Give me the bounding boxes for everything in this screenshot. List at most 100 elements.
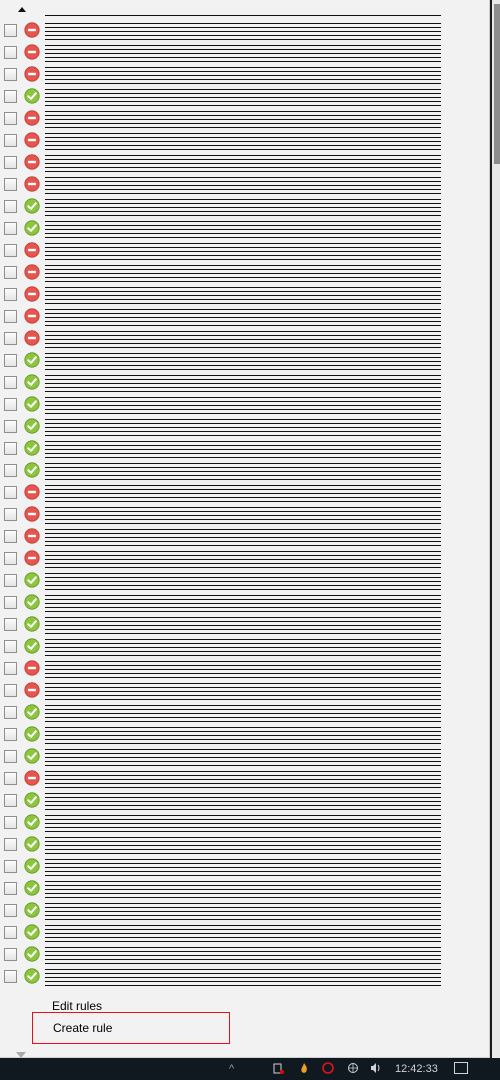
rule-row[interactable] [0,503,490,525]
rule-row[interactable] [0,437,490,459]
rule-row[interactable] [0,239,490,261]
rule-row[interactable] [0,899,490,921]
rule-row[interactable] [0,217,490,239]
rule-checkbox[interactable] [4,222,17,235]
rule-row[interactable] [0,85,490,107]
rule-row[interactable] [0,745,490,767]
volume-icon[interactable] [370,1062,382,1074]
rule-row[interactable] [0,591,490,613]
rule-row[interactable] [0,63,490,85]
rule-checkbox[interactable] [4,816,17,829]
rule-row[interactable] [0,261,490,283]
rule-checkbox[interactable] [4,376,17,389]
rule-row[interactable] [0,965,490,987]
blocked-minus-icon [24,286,40,302]
rule-row[interactable] [0,767,490,789]
rule-checkbox[interactable] [4,772,17,785]
rule-row[interactable] [0,195,490,217]
rule-checkbox[interactable] [4,750,17,763]
clock-time[interactable]: 12:42:33 [395,1061,438,1077]
clipboard-icon[interactable] [272,1062,284,1074]
rule-checkbox[interactable] [4,838,17,851]
rule-row[interactable] [0,855,490,877]
rule-row[interactable] [0,613,490,635]
rule-row[interactable] [0,943,490,965]
rule-checkbox[interactable] [4,662,17,675]
rule-checkbox[interactable] [4,486,17,499]
rule-checkbox[interactable] [4,860,17,873]
rule-checkbox[interactable] [4,200,17,213]
rule-checkbox[interactable] [4,728,17,741]
rule-row[interactable] [0,107,490,129]
rule-checkbox[interactable] [4,420,17,433]
rule-checkbox[interactable] [4,332,17,345]
network-icon[interactable] [347,1062,359,1074]
rule-row[interactable] [0,811,490,833]
rule-checkbox[interactable] [4,574,17,587]
rule-checkbox[interactable] [4,552,17,565]
rule-row[interactable] [0,723,490,745]
rule-row[interactable] [0,415,490,437]
rule-checkbox[interactable] [4,464,17,477]
rule-checkbox[interactable] [4,178,17,191]
rule-checkbox[interactable] [4,640,17,653]
rule-checkbox[interactable] [4,530,17,543]
rule-checkbox[interactable] [4,926,17,939]
rule-checkbox[interactable] [4,508,17,521]
create-rule-menu-item[interactable]: Create rule [32,1012,230,1044]
rule-checkbox[interactable] [4,24,17,37]
rule-row[interactable] [0,657,490,679]
rule-checkbox[interactable] [4,288,17,301]
rule-checkbox[interactable] [4,618,17,631]
notification-center-icon[interactable] [454,1062,468,1074]
rule-row[interactable] [0,41,490,63]
rule-checkbox[interactable] [4,970,17,983]
rule-row[interactable] [0,173,490,195]
rule-checkbox[interactable] [4,134,17,147]
rule-row[interactable] [0,393,490,415]
rule-row[interactable] [0,525,490,547]
rule-checkbox[interactable] [4,882,17,895]
rule-row[interactable] [0,547,490,569]
rule-checkbox[interactable] [4,794,17,807]
rule-checkbox[interactable] [4,68,17,81]
rule-row[interactable] [0,833,490,855]
rule-checkbox[interactable] [4,310,17,323]
rule-row[interactable] [0,283,490,305]
rule-row[interactable] [0,679,490,701]
tray-chevron-icon[interactable]: ^ [229,1061,234,1077]
rule-checkbox[interactable] [4,244,17,257]
shield-icon[interactable] [322,1062,334,1074]
rule-row[interactable] [0,701,490,723]
rule-row[interactable] [0,129,490,151]
rule-row[interactable] [0,635,490,657]
rule-row[interactable] [0,151,490,173]
rule-row[interactable] [0,327,490,349]
rule-row[interactable] [0,459,490,481]
rule-row[interactable] [0,349,490,371]
rule-checkbox[interactable] [4,948,17,961]
rule-checkbox[interactable] [4,354,17,367]
rule-row[interactable] [0,877,490,899]
rule-row[interactable] [0,569,490,591]
scrollbar-thumb[interactable] [494,4,500,164]
rule-checkbox[interactable] [4,90,17,103]
rule-row[interactable] [0,371,490,393]
rule-checkbox[interactable] [4,112,17,125]
rule-checkbox[interactable] [4,442,17,455]
rule-checkbox[interactable] [4,596,17,609]
rule-checkbox[interactable] [4,266,17,279]
flame-icon[interactable] [298,1062,310,1074]
rule-checkbox[interactable] [4,706,17,719]
rule-checkbox[interactable] [4,398,17,411]
rule-checkbox[interactable] [4,156,17,169]
rule-checkbox[interactable] [4,904,17,917]
rule-checkbox[interactable] [4,684,17,697]
rule-row[interactable] [0,305,490,327]
rule-row[interactable] [0,19,490,41]
rule-checkbox[interactable] [4,46,17,59]
rule-row[interactable] [0,481,490,503]
rule-row[interactable] [0,921,490,943]
rule-row[interactable] [0,789,490,811]
scroll-up-icon[interactable] [12,2,32,16]
